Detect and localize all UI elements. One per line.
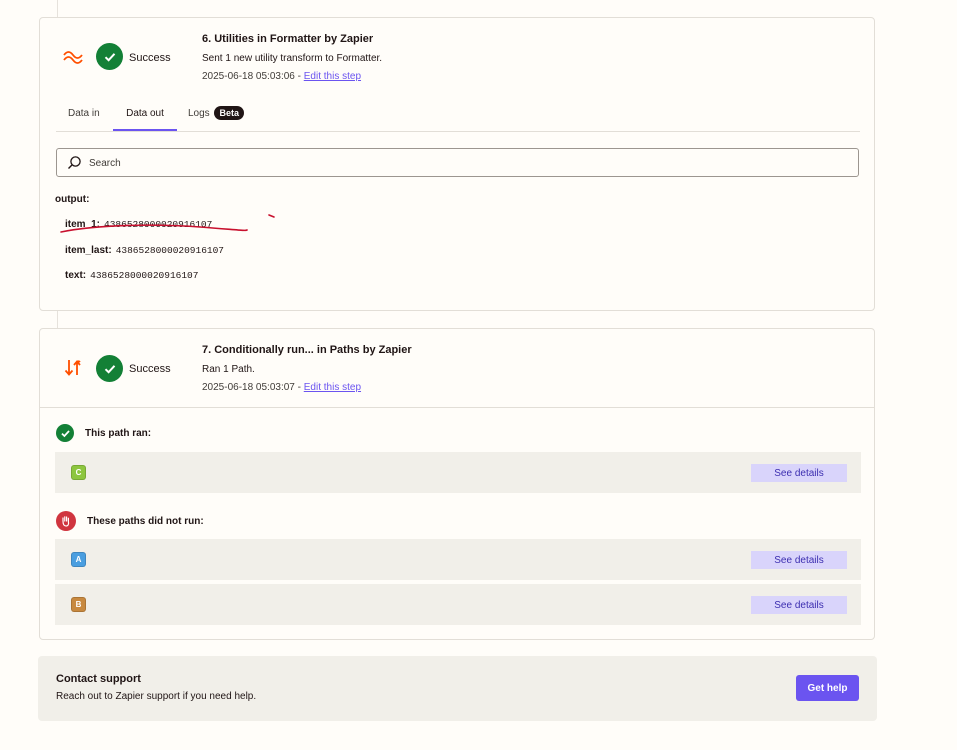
success-check-icon	[56, 424, 74, 442]
header-label: This path ran:	[85, 427, 152, 439]
meta-separator: -	[294, 382, 304, 393]
page: Success 6. Utilities in Formatter by Zap…	[0, 0, 957, 750]
success-check-icon	[96, 355, 123, 382]
status-label: Success	[129, 363, 171, 375]
timeline-connector	[57, 0, 58, 18]
timeline-connector	[57, 311, 58, 329]
see-details-button[interactable]: See details	[751, 551, 847, 569]
path-letter-badge: A	[71, 552, 86, 567]
output-value: 4386528000020916107	[90, 270, 199, 281]
step-card-paths: Success 7. Conditionally run... in Paths…	[39, 328, 875, 640]
path-row-b[interactable]: B See details	[55, 584, 861, 625]
output-row-text[interactable]: text: 4386528000020916107	[65, 270, 198, 281]
step-header[interactable]: Success 7. Conditionally run... in Paths…	[40, 329, 874, 409]
paths-section: This path ran: C See details These paths…	[40, 407, 874, 625]
step-title: 7. Conditionally run... in Paths by Zapi…	[202, 344, 412, 356]
see-details-button[interactable]: See details	[751, 464, 847, 482]
path-letter-badge: B	[71, 597, 86, 612]
header-label: These paths did not run:	[87, 515, 204, 527]
edit-step-link[interactable]: Edit this step	[304, 382, 361, 393]
get-help-button[interactable]: Get help	[796, 675, 859, 701]
support-description: Reach out to Zapier support if you need …	[56, 691, 257, 702]
output-key: text:	[65, 270, 87, 281]
paths-split-icon	[62, 357, 84, 379]
step-description: Ran 1 Path.	[202, 364, 255, 375]
step-timestamp: 2025-06-18 05:03:07	[202, 382, 295, 393]
contact-support-panel: Contact support Reach out to Zapier supp…	[38, 656, 877, 721]
annotation-underline	[60, 214, 275, 233]
path-row-c[interactable]: C See details	[55, 452, 861, 493]
step-card-formatter: Success 6. Utilities in Formatter by Zap…	[39, 17, 875, 311]
path-ran-header: This path ran:	[56, 424, 151, 442]
see-details-button[interactable]: See details	[751, 596, 847, 614]
path-letter-badge: C	[71, 465, 86, 480]
path-not-ran-header: These paths did not run:	[56, 511, 204, 531]
step-meta: 2025-06-18 05:03:07 - Edit this step	[202, 382, 361, 393]
path-row-a[interactable]: A See details	[55, 539, 861, 580]
support-title: Contact support	[56, 673, 141, 685]
stop-hand-icon	[56, 511, 76, 531]
